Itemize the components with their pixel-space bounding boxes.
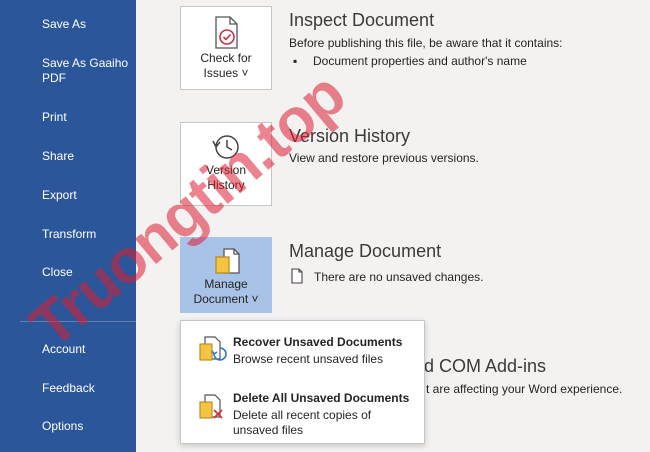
inspect-document-title: Inspect Document bbox=[289, 10, 435, 30]
backstage-sidebar: Save As Save As Gaaiho PDF Print Share E… bbox=[0, 0, 136, 452]
manage-document-dropdown: Recover Unsaved Documents Browse recent … bbox=[180, 320, 425, 444]
delete-unsaved-description: Delete all recent copies of unsaved file… bbox=[233, 408, 372, 437]
delete-all-unsaved-documents-item[interactable]: Delete All Unsaved Documents Delete all … bbox=[181, 385, 424, 441]
check-for-issues-label-1: Check for bbox=[200, 51, 252, 65]
delete-documents-icon bbox=[199, 394, 223, 419]
sidebar-item-save-as-gaaiho[interactable]: Save As Gaaiho PDF bbox=[42, 56, 128, 86]
sidebar-item-transform[interactable]: Transform bbox=[42, 227, 96, 242]
delete-unsaved-title: Delete All Unsaved Documents bbox=[233, 391, 410, 405]
recover-unsaved-documents-item[interactable]: Recover Unsaved Documents Browse recent … bbox=[181, 325, 424, 381]
manage-document-description: There are no unsaved changes. bbox=[314, 270, 484, 284]
manage-document-label-2: Document ˅ bbox=[193, 292, 259, 306]
version-history-button[interactable]: Version History bbox=[180, 122, 272, 206]
com-addins-description-partial: t are affecting your Word experience. bbox=[426, 382, 623, 396]
check-for-issues-button[interactable]: Check for Issues ˅ bbox=[180, 6, 272, 90]
sidebar-item-save-as-gaaiho-line2: PDF bbox=[42, 71, 66, 85]
sidebar-item-account[interactable]: Account bbox=[42, 342, 85, 357]
com-addins-title-partial: d COM Add-ins bbox=[424, 356, 547, 376]
sidebar-item-print[interactable]: Print bbox=[42, 110, 67, 125]
version-history-label-2: History bbox=[207, 178, 245, 192]
sidebar-item-close[interactable]: Close bbox=[42, 265, 73, 280]
sidebar-item-share[interactable]: Share bbox=[42, 149, 74, 164]
sidebar-item-save-as[interactable]: Save As bbox=[42, 17, 86, 32]
manage-document-title: Manage Document bbox=[289, 241, 442, 261]
manage-document-button[interactable]: Manage Document ˅ bbox=[180, 237, 272, 313]
recover-documents-icon bbox=[199, 336, 227, 361]
recover-unsaved-description: Browse recent unsaved files bbox=[233, 352, 384, 366]
version-history-description: View and restore previous versions. bbox=[289, 151, 479, 165]
history-clock-icon bbox=[212, 135, 239, 159]
inspect-document-description: Before publishing this file, be aware th… bbox=[289, 36, 563, 50]
document-status-icon bbox=[291, 268, 303, 284]
check-for-issues-label-2: Issues ˅ bbox=[203, 66, 249, 80]
bullet-icon: ▪ bbox=[293, 54, 298, 68]
check-document-icon bbox=[215, 16, 238, 49]
sidebar-item-save-as-gaaiho-line1: Save As Gaaiho bbox=[42, 56, 129, 70]
sidebar-item-export[interactable]: Export bbox=[42, 188, 77, 203]
sidebar-item-feedback[interactable]: Feedback bbox=[42, 381, 95, 396]
version-history-title: Version History bbox=[289, 126, 411, 146]
version-history-label-1: Version bbox=[205, 163, 247, 177]
sidebar-item-options[interactable]: Options bbox=[42, 419, 83, 434]
inspect-document-bullet: Document properties and author's name bbox=[313, 54, 527, 68]
manage-document-label-1: Manage bbox=[204, 277, 248, 291]
manage-document-icon bbox=[215, 248, 240, 274]
sidebar-divider bbox=[20, 321, 136, 322]
recover-unsaved-title: Recover Unsaved Documents bbox=[233, 335, 403, 349]
